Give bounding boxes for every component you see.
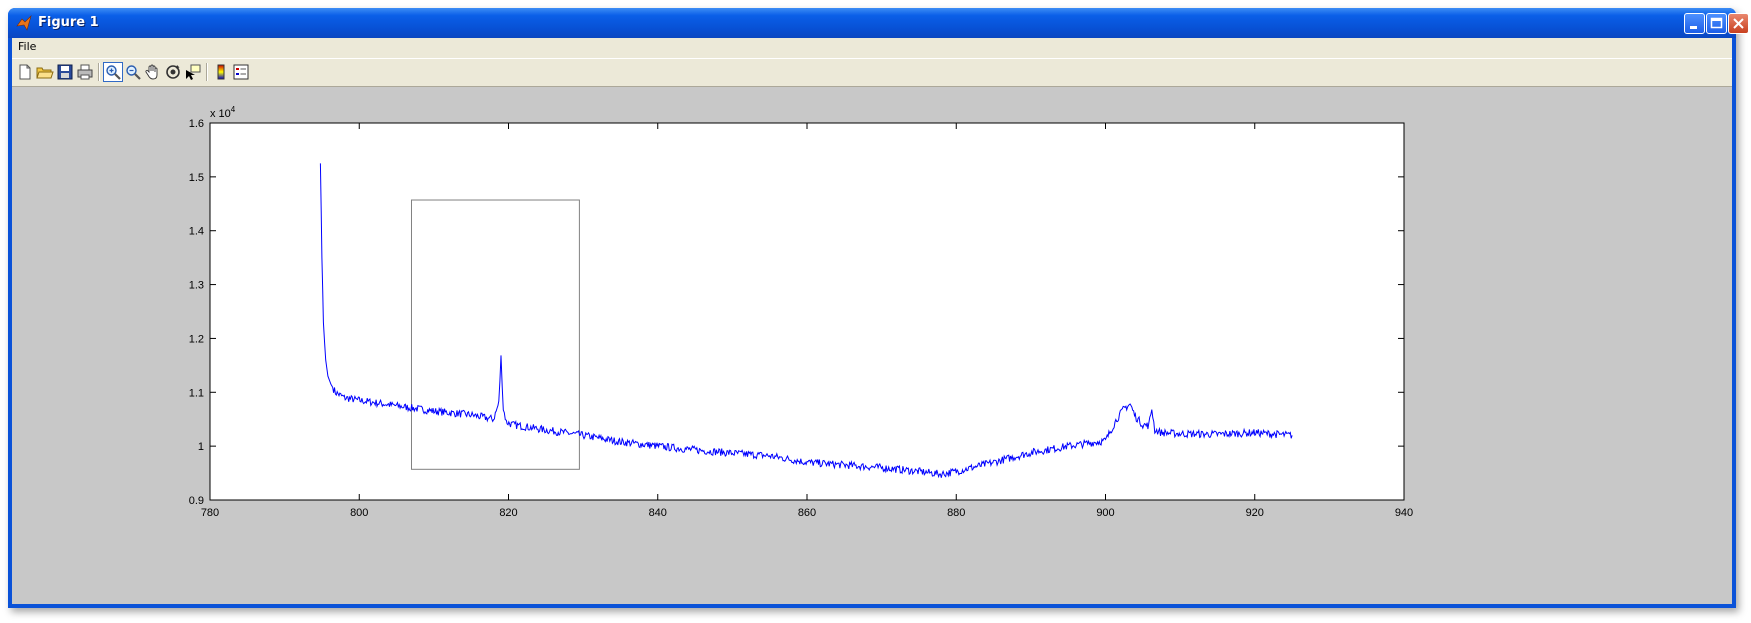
x-tick-label: 860 [798, 507, 816, 519]
toolbar-separator [206, 63, 208, 81]
window-title: Figure 1 [38, 15, 99, 30]
insert-legend-button[interactable] [231, 62, 251, 82]
colorbar-icon [217, 64, 225, 80]
menu-item-file[interactable]: File [18, 40, 36, 53]
plot-axes[interactable]: 0.9 1 1.1 1.2 1.3 1.4 1.5 1.6 780 800 820 840 860 88… [12, 87, 1732, 604]
print-figure-button[interactable] [75, 62, 95, 82]
maximize-icon [1710, 17, 1723, 29]
zoom-out-button[interactable] [123, 62, 143, 82]
minimize-icon [1690, 26, 1697, 29]
insert-colorbar-button[interactable] [211, 62, 231, 82]
x-tick-label: 820 [499, 507, 517, 519]
x-tick-label: 840 [649, 507, 667, 519]
menu-bar: File [12, 38, 1732, 58]
y-tick-label: 1.1 [189, 387, 204, 399]
new-file-icon [19, 64, 31, 80]
folder-open-icon [36, 67, 54, 79]
figure-window: Figure 1 File 0.9 1 1.1 1.2 1.3 1.4 1.5 … [8, 8, 1749, 608]
zoom-in-icon [106, 65, 121, 80]
x-tick-label: 800 [350, 507, 368, 519]
close-button[interactable] [1728, 13, 1749, 34]
y-tick-label: 1.2 [189, 333, 204, 345]
close-icon [1733, 18, 1744, 29]
open-file-button[interactable] [35, 62, 55, 82]
x-tick-label: 940 [1395, 507, 1413, 519]
minimize-button[interactable] [1684, 13, 1705, 34]
y-tick-label: 1.3 [189, 280, 204, 292]
save-figure-button[interactable] [55, 62, 75, 82]
figure-toolbar [12, 58, 1732, 87]
x-tick-label: 780 [201, 507, 219, 519]
y-tick-label: 1.6 [189, 118, 204, 130]
x-tick-label: 920 [1246, 507, 1264, 519]
data-cursor-button[interactable] [183, 62, 203, 82]
y-tick-label: 0.9 [189, 495, 204, 507]
new-figure-button[interactable] [15, 62, 35, 82]
zoom-out-icon [126, 65, 141, 80]
y-tick-label: 1.5 [189, 172, 204, 184]
data-cursor-icon [186, 64, 201, 80]
y-tick-label: 1.4 [189, 226, 204, 238]
x-tick-label: 880 [947, 507, 965, 519]
y-tick-labels: 0.9 1 1.1 1.2 1.3 1.4 1.5 1.6 [189, 118, 204, 507]
figure-client-area: File 0.9 1 1.1 1.2 1.3 1.4 1.5 1.6 780 8… [12, 38, 1732, 604]
figure-canvas[interactable]: 0.9 1 1.1 1.2 1.3 1.4 1.5 1.6 780 800 820 840 860 88… [12, 87, 1732, 604]
y-exponent-label: x 104 [210, 105, 236, 120]
axes-background [209, 122, 1405, 501]
hand-icon [145, 64, 158, 80]
matlab-logo-icon [16, 15, 32, 31]
x-tick-labels: 780 800 820 840 860 880 900 920 940 [201, 507, 1413, 519]
pan-button[interactable] [143, 62, 163, 82]
rotate-icon [166, 65, 180, 79]
legend-icon [233, 64, 249, 80]
title-bar[interactable]: Figure 1 [8, 8, 1749, 38]
toolbar-separator [98, 63, 100, 81]
floppy-disk-icon [57, 64, 73, 80]
printer-icon [77, 64, 93, 80]
x-tick-label: 900 [1096, 507, 1114, 519]
rotate-3d-button[interactable] [163, 62, 183, 82]
maximize-button[interactable] [1706, 13, 1727, 34]
zoom-in-button[interactable] [103, 62, 123, 82]
y-tick-label: 1 [198, 441, 204, 453]
